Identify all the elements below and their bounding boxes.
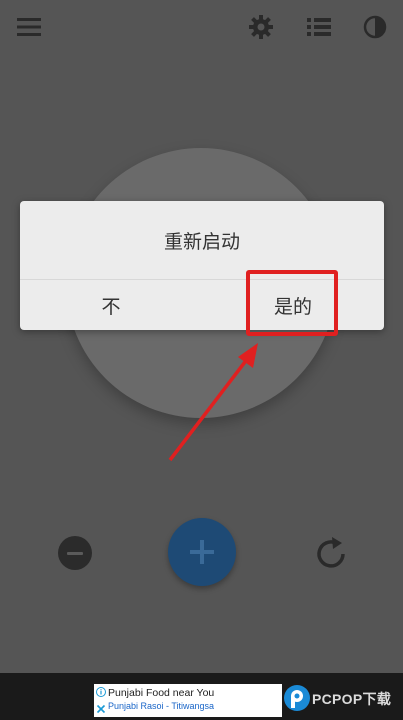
ad-subtitle: Punjabi Rasoi - Titiwangsa (108, 701, 215, 711)
ad-info-icon[interactable] (96, 687, 106, 697)
ad-title: Punjabi Food near You (108, 687, 215, 699)
ad-close-icon[interactable] (96, 704, 106, 714)
top-toolbar (0, 0, 403, 56)
gear-icon[interactable] (248, 14, 274, 40)
list-icon[interactable] (306, 14, 332, 40)
watermark-logo-icon (284, 685, 310, 711)
plus-button[interactable] (168, 518, 236, 586)
reset-icon[interactable] (312, 535, 350, 573)
menu-icon[interactable] (16, 14, 42, 40)
contrast-icon[interactable] (362, 14, 388, 40)
minus-button[interactable] (58, 536, 92, 570)
app-screen: 重新启动 不 是的 Punjabi Food near You Punjabi … (0, 0, 403, 720)
highlight-box (246, 270, 338, 336)
no-button[interactable]: 不 (20, 280, 202, 330)
dialog-title: 重新启动 (20, 201, 384, 280)
ad-banner[interactable]: Punjabi Food near You Punjabi Rasoi - Ti… (94, 684, 282, 717)
plus-icon (190, 540, 214, 564)
watermark-text: PCPOP下载 (312, 691, 392, 707)
